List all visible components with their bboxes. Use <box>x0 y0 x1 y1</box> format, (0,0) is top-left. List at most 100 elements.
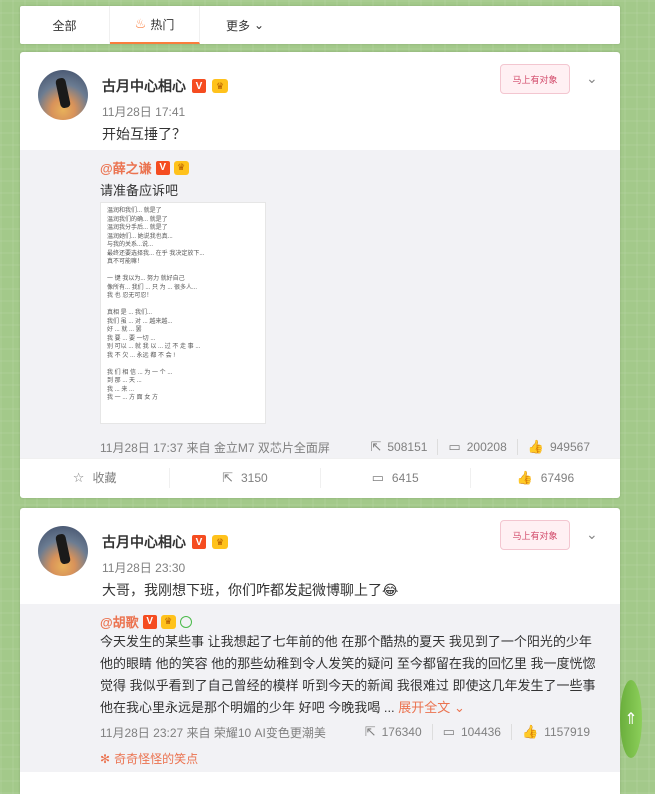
long-image-line <box>107 267 259 276</box>
repost-text: 请准备应诉吧 <box>100 183 179 198</box>
chevron-down-icon[interactable]: ⌄ <box>586 70 602 86</box>
long-image-line: 到 那 ... 天 ... <box>107 378 142 384</box>
repost-count-value: 508151 <box>387 440 428 454</box>
long-image-line: 我 也 忍无可忍！ <box>107 293 153 299</box>
fav-label: 收藏 <box>92 471 117 485</box>
flame-icon: ♨ <box>134 16 147 31</box>
long-image-line: 我 要 ... 要 一切 ... <box>107 335 156 342</box>
repost-meta[interactable]: 11月28日 17:37 来自 金立M7 双芯片全面屏 <box>100 439 330 456</box>
verified-icon: V <box>155 160 170 175</box>
sticker-text: 马上有对象 <box>512 530 558 541</box>
author-name[interactable]: 古月中心相心 <box>102 76 186 96</box>
chevron-down-icon[interactable]: ⌄ <box>586 526 602 542</box>
verified-icon: V <box>192 79 206 93</box>
long-image-line: 温润我分手后... 就是了 <box>107 225 168 231</box>
comment-count-value: 200208 <box>466 440 507 454</box>
share-icon: ⇱ <box>370 439 382 454</box>
sparkle-icon: ✻ <box>100 751 111 766</box>
feed-card: 古月中心相心 V ♛ 11月28日 23:30 大哥，我刚想下班，你们咋都发起微… <box>20 508 620 794</box>
post-author[interactable]: 古月中心相心 V ♛ <box>102 532 228 552</box>
post-text: 大哥，我刚想下班，你们咋都发起微博聊上了😂 <box>102 582 399 598</box>
reposted-content: @薛之谦 V ♛ 请准备应诉吧 温润和我们... 就是了 温润我们的确... 就是… <box>20 150 620 491</box>
star-icon: ☆ <box>72 469 85 485</box>
fav-button[interactable]: ☆ 收藏 <box>20 468 169 488</box>
post-time[interactable]: 11月28日 23:30 <box>102 559 185 576</box>
long-text-image[interactable]: 温润和我们... 就是了 温润我们的确... 就是了 温润我分手后... 就是了 温润… <box>100 202 266 424</box>
tab-more[interactable]: 更多 ⌄ <box>200 6 290 44</box>
repost-count[interactable]: ⇱ 508151 <box>360 439 437 455</box>
comment-icon: ▭ <box>448 439 461 454</box>
tab-all[interactable]: 全部 <box>20 6 110 44</box>
post-text: 开始互捶了？ <box>102 126 186 142</box>
long-image-line: 一 键 我以为... 努力 就好自己 <box>107 276 185 282</box>
tab-more-label: 更多 <box>225 18 250 33</box>
long-image-line: 我们 虽 ... 对 ... 越来越... <box>107 318 173 325</box>
repost-text: 今天发生的某些事 让我想起了七年前的他 在那个酷热的夏天 我见到了一个阳光的少年… <box>100 631 608 719</box>
long-image-line: 别 可以 ... 就 我 以 ... 过 不 走 事 ... <box>107 344 201 350</box>
long-image-line: 与我的关系...说... <box>107 242 154 248</box>
arrow-up-icon: ⇑ <box>624 711 638 728</box>
thumb-up-icon: 👍 <box>516 469 533 485</box>
feed-tab-bar: 全部 ♨ 热门 更多 ⌄ <box>20 6 620 44</box>
long-image-line: 最终还要选择我... 在乎 我决定放下... <box>107 250 205 257</box>
comment-count[interactable]: ▭ 104436 <box>431 724 511 740</box>
long-image-line: 真不可能嘛！ <box>107 259 144 265</box>
long-image-line: 真相 是 ... 我们... <box>107 310 153 316</box>
repost-author[interactable]: @胡歌 V ♛ <box>100 612 192 631</box>
tab-hot-label: 热门 <box>150 17 175 32</box>
like-count-value: 1157919 <box>544 725 590 739</box>
long-image-line: 好 ... 就 ... 罢 <box>107 327 142 333</box>
like-label: 67496 <box>540 470 575 485</box>
post-actions: ☆ 收藏 ⇱ 3150 ▭ 6415 👍 67496 <box>20 458 620 496</box>
repost-author-name[interactable]: @薛之谦 <box>100 158 152 177</box>
long-image-line: 我 一 ... 方 面 女 方 <box>107 395 159 401</box>
repost-author-name[interactable]: @胡歌 <box>100 612 139 631</box>
post-author[interactable]: 古月中心相心 V ♛ <box>102 76 228 96</box>
reposted-content: @胡歌 V ♛ 今天发生的某些事 让我想起了七年前的他 在那个酷热的夏天 我见到… <box>20 604 620 772</box>
repost-stats: ⇱ 508151 ▭ 200208 👍 949567 <box>360 439 600 455</box>
tab-hot[interactable]: ♨ 热门 <box>110 6 200 44</box>
like-button[interactable]: 👍 67496 <box>469 467 620 488</box>
expand-label[interactable]: 展开全文 <box>398 700 450 715</box>
expand-link[interactable]: 展开全文 ⌄ <box>398 700 465 715</box>
topic-tag-label[interactable]: 奇奇怪怪的笑点 <box>114 750 198 767</box>
share-icon: ⇱ <box>364 724 376 739</box>
chevron-down-icon: ⌄ <box>253 18 265 32</box>
long-image-line: 温润和我们... 就是了 <box>107 208 162 214</box>
long-image-line <box>107 301 259 310</box>
comment-icon: ▭ <box>371 469 384 485</box>
card-sticker: 马上有对象 <box>500 520 570 550</box>
scroll-to-top-button[interactable]: ⇑ <box>620 680 642 758</box>
like-count-value: 949567 <box>549 440 590 454</box>
verified-icon: V <box>192 535 206 549</box>
feed-card: 古月中心相心 V ♛ 11月28日 17:41 开始互捶了？ 马上有对象 ⌄ @… <box>20 52 620 498</box>
thumb-up-icon: 👍 <box>521 724 539 739</box>
comment-button[interactable]: ▭ 6415 <box>319 467 470 488</box>
repost-text-body: 今天发生的某些事 让我想起了七年前的他 在那个酷热的夏天 我见到了一个阳光的少年… <box>100 634 596 715</box>
comment-icon: ▭ <box>442 724 455 739</box>
repost-count[interactable]: ⇱ 176340 <box>355 724 432 740</box>
author-name[interactable]: 古月中心相心 <box>102 532 186 552</box>
online-status-icon <box>179 615 192 628</box>
like-count[interactable]: 👍 949567 <box>516 439 600 455</box>
comment-count-value: 104436 <box>460 725 501 739</box>
repost-meta[interactable]: 11月28日 23:27 来自 荣耀10 AI变色更潮美 <box>100 724 326 741</box>
long-image-line: 我 ... 来 ... <box>107 386 135 393</box>
topic-tag[interactable]: ✻ 奇奇怪怪的笑点 <box>100 750 198 767</box>
avatar[interactable] <box>38 526 88 576</box>
long-image-line: 像所有... 我们 ... 只 为 ... 很多人... <box>107 284 198 291</box>
post-time[interactable]: 11月28日 17:41 <box>102 103 185 120</box>
vip-crown-icon: ♛ <box>212 79 228 93</box>
long-image-line: 温润她们... 她说我也真... <box>107 233 173 240</box>
repost-stats: ⇱ 176340 ▭ 104436 👍 1157919 <box>355 724 600 740</box>
repost-author[interactable]: @薛之谦 V ♛ <box>100 158 189 177</box>
long-image-line: 我 不 欠 ... 永远 都 不 会 ! <box>107 352 176 359</box>
share-icon: ⇱ <box>222 469 233 485</box>
long-image-line: 我 们 相 信 ... 为 一 个 ... <box>107 369 173 376</box>
repost-count-value: 176340 <box>381 725 422 739</box>
card-sticker: 马上有对象 <box>500 64 570 94</box>
like-count[interactable]: 👍 1157919 <box>510 724 600 740</box>
avatar[interactable] <box>38 70 88 120</box>
comment-count[interactable]: ▭ 200208 <box>437 439 516 455</box>
repost-button[interactable]: ⇱ 3150 <box>169 467 319 488</box>
